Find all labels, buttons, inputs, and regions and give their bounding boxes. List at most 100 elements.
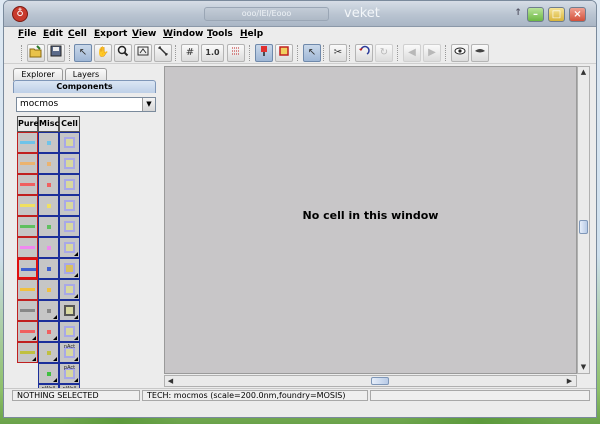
palette-pure-layer-10[interactable] <box>17 321 38 342</box>
palette-arc-12[interactable] <box>38 363 59 384</box>
technology-select[interactable]: mocmos ▼ <box>16 97 156 112</box>
chevron-down-icon[interactable]: ▼ <box>142 98 155 111</box>
arc-swatch <box>47 372 51 376</box>
palette-node-9[interactable] <box>59 300 80 321</box>
palette-pure-layer-1[interactable] <box>17 132 38 153</box>
palette-node-5[interactable] <box>59 216 80 237</box>
menu-edit[interactable]: Edit <box>43 27 63 42</box>
roll-up-icon[interactable]: ↑ <box>513 7 523 22</box>
vertical-scrollbar[interactable]: ▲ ▼ <box>577 66 590 374</box>
layer-swatch <box>20 309 35 312</box>
palette-header-misc[interactable]: Misc. <box>38 116 62 132</box>
select-objects-icon[interactable]: ↖ <box>303 44 321 62</box>
horizontal-scrollbar[interactable]: ◀ ▶ <box>164 375 577 387</box>
palette-pure-layer-6[interactable] <box>17 237 38 258</box>
layer-swatch <box>20 246 35 249</box>
palette-arc-11[interactable] <box>38 342 59 363</box>
app-icon[interactable]: ♁ <box>12 6 28 22</box>
arc-mode-icon[interactable] <box>255 44 273 62</box>
arc-swatch <box>47 309 51 313</box>
palette-arc-7[interactable] <box>38 258 59 279</box>
scroll-down-icon[interactable]: ▼ <box>578 362 589 372</box>
palette-header-pure[interactable]: Pure <box>17 116 39 132</box>
palette-arc-8[interactable] <box>38 279 59 300</box>
menu-export[interactable]: Export <box>94 27 127 42</box>
node-swatch <box>64 221 75 232</box>
layer-swatch <box>20 351 35 354</box>
palette-node-2[interactable] <box>59 153 80 174</box>
palette-node-7[interactable] <box>59 258 80 279</box>
palette-node-3[interactable] <box>59 174 80 195</box>
align-icon[interactable] <box>227 44 245 62</box>
palette-arc-5[interactable] <box>38 216 59 237</box>
maximize-button[interactable]: □ <box>548 7 565 22</box>
back-arrow-icon[interactable]: ◀ <box>403 44 421 62</box>
vertical-scroll-thumb[interactable] <box>579 220 588 234</box>
redo-icon[interactable]: ↻ <box>375 44 393 62</box>
palette-pure-layer-4[interactable] <box>17 195 38 216</box>
palette-node-6[interactable] <box>59 237 80 258</box>
scroll-left-icon[interactable]: ◀ <box>165 376 176 386</box>
palette-pure-layer-11[interactable] <box>17 342 38 363</box>
node-swatch <box>64 263 75 274</box>
layer-swatch <box>20 225 35 228</box>
menu-file[interactable]: File <box>18 27 36 42</box>
palette-pure-layer-3[interactable] <box>17 174 38 195</box>
minimize-button[interactable]: – <box>527 7 544 22</box>
palette-node-1[interactable] <box>59 132 80 153</box>
box-mode-icon[interactable] <box>275 44 293 62</box>
close-button[interactable]: × <box>569 7 586 22</box>
eye-open-icon[interactable] <box>451 44 469 62</box>
palette-pure-layer-9[interactable] <box>17 300 38 321</box>
open-folder-icon[interactable] <box>27 44 45 62</box>
toolbar-separator <box>297 45 299 61</box>
hand-icon[interactable]: ✋ <box>94 44 112 62</box>
toolbar-separator <box>69 45 71 61</box>
drawing-canvas[interactable]: No cell in this window <box>164 66 577 374</box>
palette-header-cell[interactable]: Cell <box>59 116 80 132</box>
palette-arc-9[interactable] <box>38 300 59 321</box>
palette-node-11[interactable]: nAct <box>59 342 80 363</box>
menu-tools[interactable]: Tools <box>207 27 233 42</box>
menu-cell[interactable]: Cell <box>68 27 87 42</box>
palette-arc-6[interactable] <box>38 237 59 258</box>
palette-node-10[interactable] <box>59 321 80 342</box>
forward-arrow-icon[interactable]: ▶ <box>423 44 441 62</box>
tab-components[interactable]: Components <box>13 80 156 93</box>
scissors-icon[interactable]: ✂ <box>329 44 347 62</box>
arc-swatch <box>47 141 51 145</box>
menu-view[interactable]: View <box>132 27 156 42</box>
magnifier-icon[interactable] <box>114 44 132 62</box>
palette-cell-label: pAct <box>63 365 76 371</box>
palette-arc-3[interactable] <box>38 174 59 195</box>
grid-size-value[interactable]: 1.0 <box>201 44 224 62</box>
palette-pure-layer-8[interactable] <box>17 279 38 300</box>
scroll-up-icon[interactable]: ▲ <box>578 67 589 77</box>
window-title: veket <box>344 6 380 21</box>
grid-icon[interactable]: # <box>181 44 199 62</box>
measure-icon[interactable] <box>154 44 172 62</box>
undo-icon[interactable] <box>355 44 373 62</box>
palette-arc-10[interactable] <box>38 321 59 342</box>
palette-arc-2[interactable] <box>38 153 59 174</box>
palette-node-12[interactable]: pAct <box>59 363 80 384</box>
eye-closed-icon[interactable] <box>471 44 489 62</box>
title-bar[interactable]: ♁ ooo/IEI/Eooo veket ↑ – □ × <box>4 1 596 27</box>
outline-icon[interactable] <box>134 44 152 62</box>
palette-node-4[interactable] <box>59 195 80 216</box>
save-icon[interactable] <box>47 44 65 62</box>
horizontal-scroll-thumb[interactable] <box>371 377 389 385</box>
palette-pure-layer-2[interactable] <box>17 153 38 174</box>
menu-window[interactable]: Window <box>163 27 203 42</box>
arc-swatch <box>47 288 51 292</box>
palette-node-8[interactable] <box>59 279 80 300</box>
palette-pure-layer-5[interactable] <box>17 216 38 237</box>
palette-arc-1[interactable] <box>38 132 59 153</box>
scroll-right-icon[interactable]: ▶ <box>564 376 575 386</box>
menu-help[interactable]: Help <box>240 27 263 42</box>
node-swatch <box>64 284 75 295</box>
palette-arc-4[interactable] <box>38 195 59 216</box>
arrow-pointer-icon[interactable]: ↖ <box>74 44 92 62</box>
palette-pure-layer-7[interactable] <box>17 258 38 279</box>
application-window: ♁ ooo/IEI/Eooo veket ↑ – □ × File Edit C… <box>3 0 597 418</box>
